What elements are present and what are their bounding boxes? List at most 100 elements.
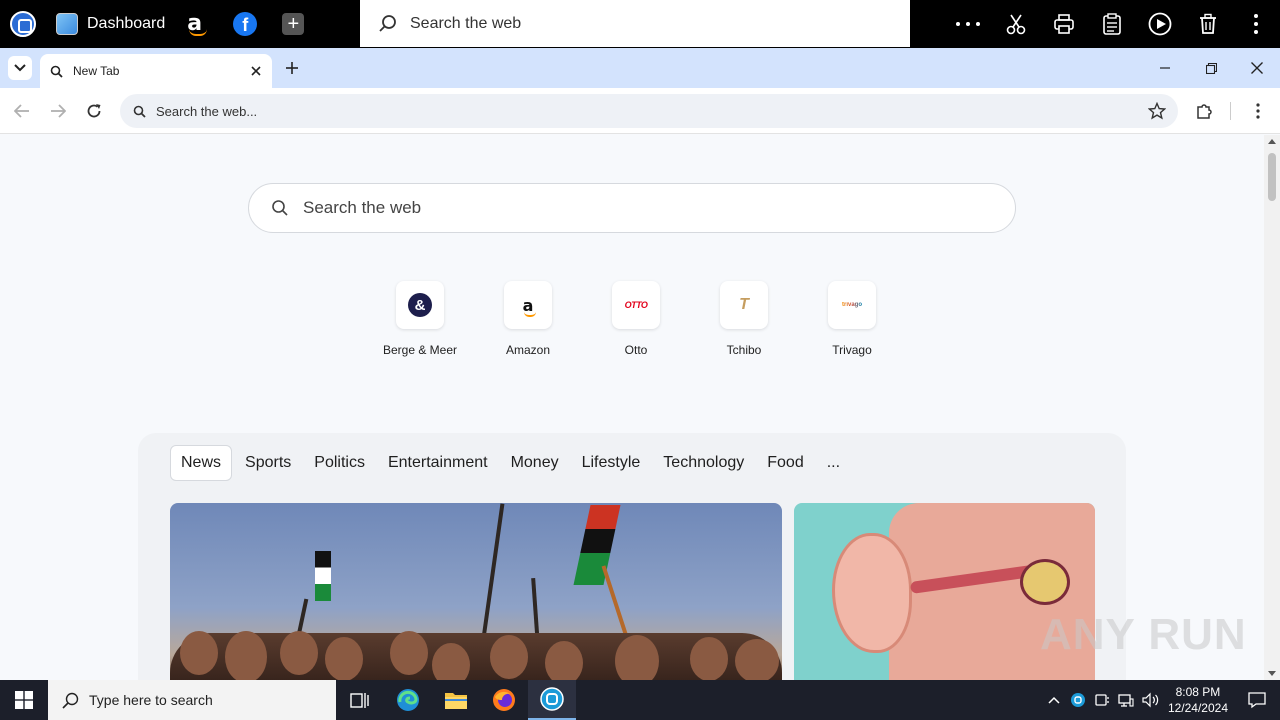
feed-category-tabs: News Sports Politics Entertainment Money…: [170, 445, 853, 481]
ear-image: [832, 533, 912, 653]
clipboard-icon[interactable]: [1088, 0, 1136, 48]
task-view-icon: [350, 693, 369, 708]
play-icon[interactable]: [1136, 0, 1184, 48]
scroll-up-icon[interactable]: [1268, 139, 1276, 144]
otto-logo-icon: OTTO: [624, 300, 648, 310]
quick-links: & Berge & Meer a Amazon OTTO Otto T Tchi…: [366, 281, 906, 357]
forward-arrow-icon: [51, 104, 66, 118]
quick-link-tile[interactable]: a: [504, 281, 552, 329]
tray-chevron-up-icon[interactable]: [1048, 696, 1060, 704]
vertical-scrollbar[interactable]: [1264, 135, 1280, 680]
tab-search-button[interactable]: [8, 56, 32, 80]
tab-entertainment[interactable]: Entertainment: [378, 445, 498, 481]
print-icon[interactable]: [1040, 0, 1088, 48]
edge-button[interactable]: [384, 680, 432, 720]
amazon-icon[interactable]: a: [187, 11, 209, 37]
person-image: [280, 631, 318, 675]
taskbar-search-box[interactable]: Type here to search: [48, 680, 336, 720]
person-image: [180, 631, 218, 675]
new-tab-button[interactable]: [282, 58, 302, 78]
quick-link-trivago[interactable]: trivago Trivago: [798, 281, 906, 357]
main-search-box[interactable]: Search the web: [248, 183, 1016, 233]
quick-link-otto[interactable]: OTTO Otto: [582, 281, 690, 357]
rifle-image: [479, 503, 505, 653]
quick-link-berge-meer[interactable]: & Berge & Meer: [366, 281, 474, 357]
network-icon[interactable]: [1118, 692, 1134, 708]
scissors-icon[interactable]: [992, 0, 1040, 48]
firefox-button[interactable]: [480, 680, 528, 720]
volume-icon[interactable]: [1142, 692, 1160, 708]
person-image: [225, 631, 267, 680]
top-actions: [944, 0, 1280, 48]
tab-lifestyle[interactable]: Lifestyle: [572, 445, 651, 481]
person-image: [690, 637, 728, 680]
quick-link-tile[interactable]: OTTO: [612, 281, 660, 329]
news-card-image[interactable]: [170, 503, 782, 680]
dashboard-label[interactable]: Dashboard: [87, 15, 165, 33]
reload-button[interactable]: [80, 97, 108, 125]
app-logo-icon[interactable]: [10, 11, 36, 37]
notification-icon[interactable]: [1248, 691, 1266, 709]
device-icon[interactable]: [1094, 692, 1110, 708]
file-explorer-button[interactable]: [432, 680, 480, 720]
tab-food[interactable]: Food: [757, 445, 813, 481]
quick-link-tile[interactable]: &: [396, 281, 444, 329]
person-image: [325, 637, 363, 680]
address-bar[interactable]: Search the web...: [120, 94, 1178, 128]
tchibo-logo-icon: T: [739, 296, 749, 313]
quick-link-amazon[interactable]: a Amazon: [474, 281, 582, 357]
top-search-input[interactable]: Search the web: [360, 0, 910, 47]
active-app-button[interactable]: [528, 680, 576, 720]
cochlea-image: [1020, 559, 1070, 605]
person-image: [545, 641, 583, 680]
quick-link-tchibo[interactable]: T Tchibo: [690, 281, 798, 357]
chevron-down-icon: [14, 64, 26, 72]
flag-image: [315, 551, 331, 601]
amazon-logo-icon: a: [522, 295, 536, 317]
extensions-button[interactable]: [1190, 97, 1218, 125]
new-tab-page: Search the web & Berge & Meer a Amazon O…: [0, 135, 1264, 680]
watermark-text: ANY RUN: [1040, 610, 1247, 659]
tab-close-button[interactable]: [248, 63, 264, 79]
tab-new-tab[interactable]: New Tab: [40, 54, 272, 88]
tray-app-icon[interactable]: [1070, 692, 1086, 708]
close-icon: [251, 66, 261, 76]
browser-menu-button[interactable]: [1244, 97, 1272, 125]
facebook-icon[interactable]: f: [233, 12, 258, 36]
address-bar-text: Search the web...: [156, 103, 258, 119]
trash-icon[interactable]: [1184, 0, 1232, 48]
task-view-button[interactable]: [336, 680, 384, 720]
tab-more[interactable]: ...: [817, 445, 850, 481]
more-dots-icon[interactable]: [944, 0, 992, 48]
scrollbar-thumb[interactable]: [1268, 153, 1276, 201]
back-arrow-icon: [14, 104, 29, 118]
active-app-icon: [540, 687, 564, 711]
quick-link-tile[interactable]: T: [720, 281, 768, 329]
tab-search-icon: [50, 65, 63, 78]
quick-link-label: Otto: [624, 343, 648, 357]
taskbar-search-placeholder: Type here to search: [89, 692, 213, 708]
clock-time: 8:08 PM: [1175, 685, 1221, 699]
vertical-more-icon[interactable]: [1232, 0, 1280, 48]
tab-technology[interactable]: Technology: [653, 445, 754, 481]
bookmark-star-icon[interactable]: [1147, 101, 1167, 125]
close-window-button[interactable]: [1234, 48, 1280, 88]
clock[interactable]: 8:08 PM 12/24/2024: [1168, 684, 1228, 716]
restore-button[interactable]: [1188, 48, 1234, 88]
tab-sports[interactable]: Sports: [235, 445, 301, 481]
omnibox-search-icon: [130, 102, 148, 120]
add-shortcut-button[interactable]: +: [282, 13, 305, 35]
tab-money[interactable]: Money: [501, 445, 569, 481]
toolbar-divider: [1230, 102, 1231, 120]
scroll-down-icon[interactable]: [1268, 671, 1276, 676]
forward-button[interactable]: [44, 97, 72, 125]
quick-link-label: Trivago: [832, 343, 872, 357]
minimize-button[interactable]: [1142, 48, 1188, 88]
tab-news[interactable]: News: [170, 445, 233, 481]
back-button[interactable]: [8, 97, 36, 125]
tab-title: New Tab: [73, 64, 120, 78]
dashboard-icon[interactable]: [56, 13, 78, 35]
start-button[interactable]: [0, 680, 48, 720]
tab-politics[interactable]: Politics: [304, 445, 375, 481]
quick-link-tile[interactable]: trivago: [828, 281, 876, 329]
